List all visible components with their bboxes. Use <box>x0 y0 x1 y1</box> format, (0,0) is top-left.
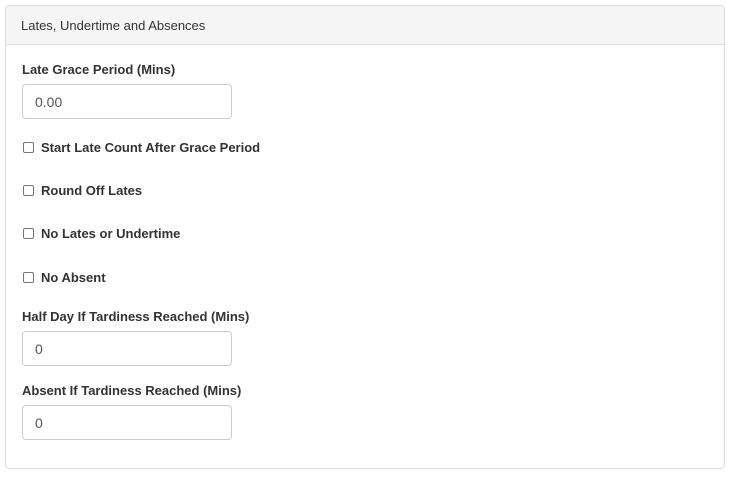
round-off-lates-checkbox[interactable] <box>23 185 34 196</box>
lates-undertime-absences-panel: Lates, Undertime and Absences Late Grace… <box>5 5 725 469</box>
start-late-count-label[interactable]: Start Late Count After Grace Period <box>41 140 260 155</box>
half-day-tardiness-input[interactable] <box>22 331 232 366</box>
start-late-count-checkbox-row[interactable]: Start Late Count After Grace Period <box>23 140 260 155</box>
no-absent-checkbox[interactable] <box>23 272 34 283</box>
panel-heading: Lates, Undertime and Absences <box>6 6 724 45</box>
absent-tardiness-input[interactable] <box>22 405 232 440</box>
round-off-lates-checkbox-row[interactable]: Round Off Lates <box>23 183 142 198</box>
late-grace-period-input[interactable] <box>22 84 232 119</box>
no-lates-undertime-label[interactable]: No Lates or Undertime <box>41 226 180 241</box>
start-late-count-checkbox[interactable] <box>23 142 34 153</box>
no-lates-undertime-checkbox-row[interactable]: No Lates or Undertime <box>23 226 180 241</box>
half-day-tardiness-label: Half Day If Tardiness Reached (Mins) <box>22 309 250 324</box>
no-absent-checkbox-row[interactable]: No Absent <box>23 270 106 285</box>
panel-title: Lates, Undertime and Absences <box>21 18 206 33</box>
no-lates-undertime-checkbox[interactable] <box>23 228 34 239</box>
absent-tardiness-label: Absent If Tardiness Reached (Mins) <box>22 383 242 398</box>
no-absent-label[interactable]: No Absent <box>41 270 106 285</box>
round-off-lates-label[interactable]: Round Off Lates <box>41 183 142 198</box>
late-grace-period-label: Late Grace Period (Mins) <box>22 62 176 77</box>
